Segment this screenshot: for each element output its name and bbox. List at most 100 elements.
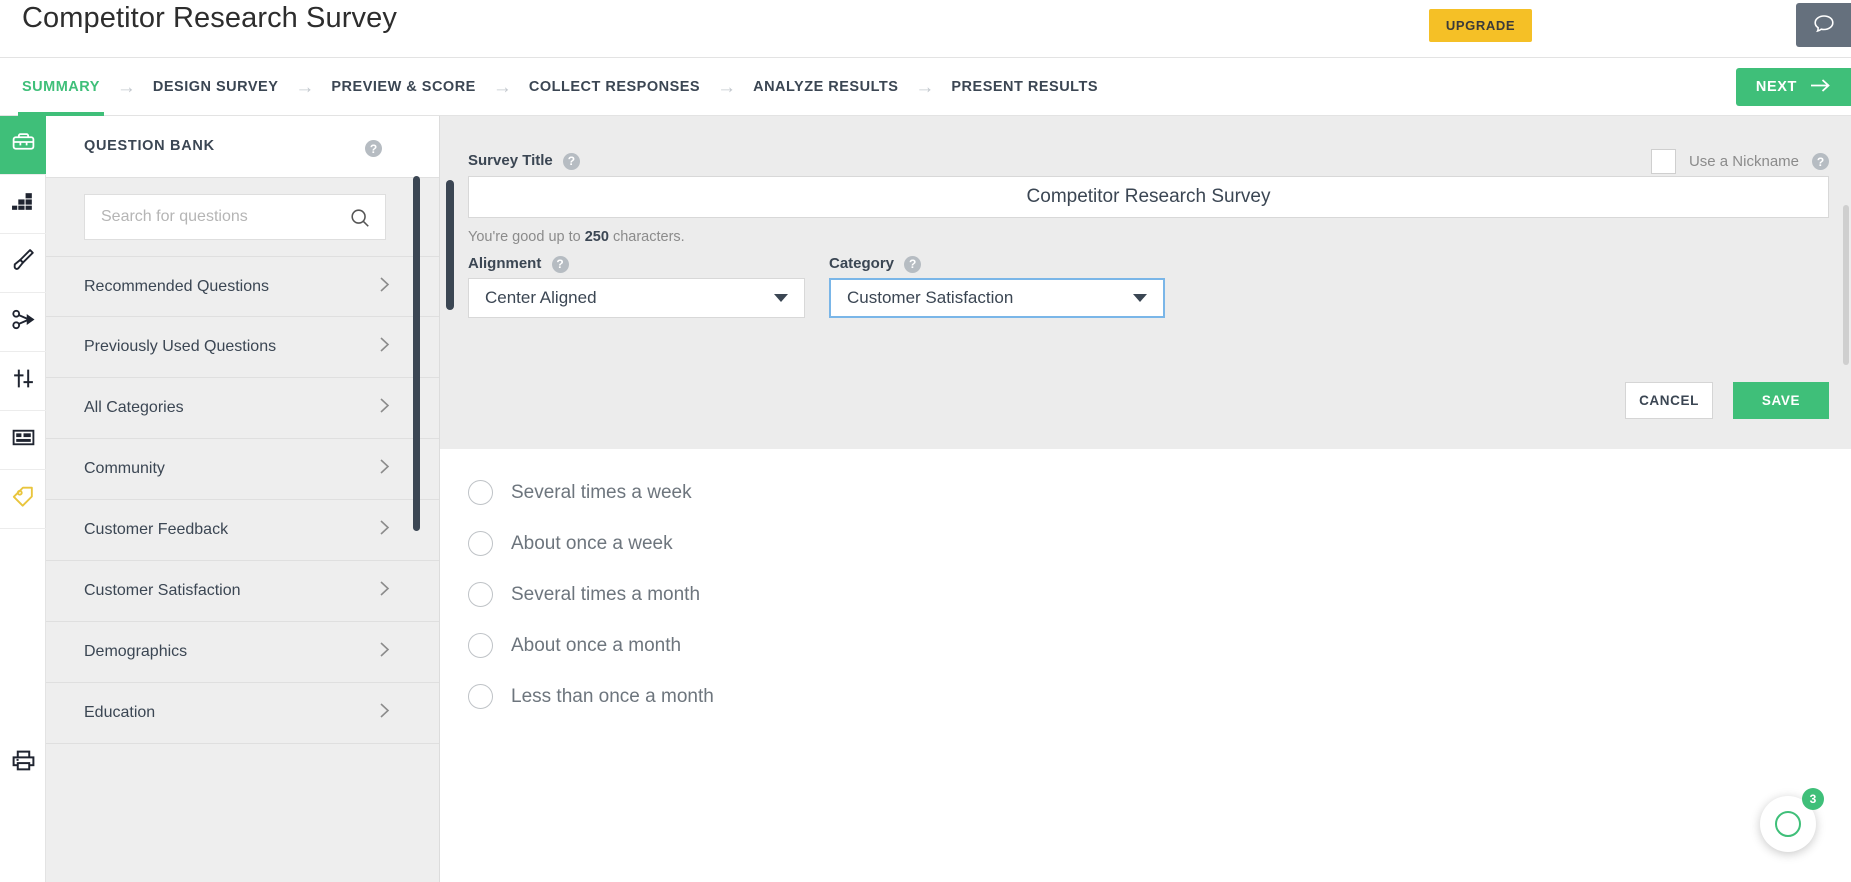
category-select[interactable]: Customer Satisfaction: [829, 278, 1165, 318]
cancel-button[interactable]: CANCEL: [1625, 382, 1713, 419]
step-arrow-icon: →: [915, 58, 934, 116]
qb-row-community[interactable]: Community: [46, 439, 439, 500]
question-preview-panel: Several times a week About once a week S…: [440, 449, 1851, 722]
answer-option-row[interactable]: About once a month: [440, 620, 1851, 671]
rail-item-tags[interactable]: [0, 470, 46, 529]
step-preview-score[interactable]: PREVIEW & SCORE: [331, 58, 475, 116]
rail-item-question-bank[interactable]: [0, 116, 46, 175]
chevron-right-icon: [378, 336, 391, 358]
qb-row-demographics[interactable]: Demographics: [46, 622, 439, 683]
chat-bubble-icon: [1812, 12, 1836, 39]
logic-chart-icon: [11, 189, 36, 219]
list-item-label: Education: [84, 704, 155, 722]
answer-option-row[interactable]: Several times a week: [440, 467, 1851, 518]
qb-row-education[interactable]: Education: [46, 683, 439, 744]
step-arrow-icon: →: [117, 58, 136, 116]
help-icon[interactable]: ?: [1812, 153, 1829, 170]
answer-option-row[interactable]: Several times a month: [440, 569, 1851, 620]
step-design-survey[interactable]: DESIGN SURVEY: [153, 58, 279, 116]
workflow-step-nav: SUMMARY → DESIGN SURVEY → PREVIEW & SCOR…: [0, 58, 1851, 116]
layout-page-icon: [11, 425, 36, 455]
answer-option-label: Several times a week: [511, 482, 692, 504]
chevron-down-icon: [774, 294, 788, 302]
step-present-results[interactable]: PRESENT RESULTS: [951, 58, 1098, 116]
answer-option-row[interactable]: About once a week: [440, 518, 1851, 569]
chevron-down-icon: [1133, 294, 1147, 302]
main-content-scrollbar[interactable]: [446, 180, 454, 310]
alignment-selected-value: Center Aligned: [485, 288, 597, 308]
step-summary[interactable]: SUMMARY: [22, 58, 100, 116]
question-bank-category-list: Recommended Questions Previously Used Qu…: [46, 256, 439, 744]
use-nickname-control[interactable]: Use a Nickname ?: [1651, 149, 1829, 174]
radio-button-icon[interactable]: [468, 684, 493, 709]
step-analyze-results[interactable]: ANALYZE RESULTS: [753, 58, 898, 116]
arrow-right-icon: [1810, 78, 1831, 97]
rail-item-layout[interactable]: [0, 411, 46, 470]
survey-title-input[interactable]: [468, 176, 1829, 218]
question-bank-header: QUESTION BANK ?: [46, 116, 439, 178]
chevron-right-icon: [378, 397, 391, 419]
top-header-bar: Competitor Research Survey UPGRADE: [0, 0, 1851, 58]
list-item-label: All Categories: [84, 399, 184, 417]
qb-row-customer-satisfaction[interactable]: Customer Satisfaction: [46, 561, 439, 622]
chat-circle-icon: [1775, 811, 1801, 837]
upgrade-button[interactable]: UPGRADE: [1429, 9, 1532, 42]
page-title: Competitor Research Survey: [22, 2, 397, 35]
chevron-right-icon: [378, 458, 391, 480]
search-box[interactable]: [84, 194, 386, 240]
next-button-label: NEXT: [1756, 79, 1797, 95]
survey-title-label: Survey Title ?: [468, 152, 580, 170]
rail-item-print[interactable]: [0, 733, 46, 792]
printer-icon: [11, 748, 36, 778]
rail-item-options[interactable]: [0, 352, 46, 411]
save-button[interactable]: SAVE: [1733, 382, 1829, 419]
question-bank-search-area: [46, 178, 439, 256]
chevron-right-icon: [378, 641, 391, 663]
help-icon[interactable]: ?: [904, 256, 921, 273]
step-arrow-icon: →: [295, 58, 314, 116]
page-scrollbar[interactable]: [1843, 205, 1849, 365]
paintbrush-theme-icon: [11, 248, 36, 278]
radio-button-icon[interactable]: [468, 582, 493, 607]
step-list: SUMMARY → DESIGN SURVEY → PREVIEW & SCOR…: [22, 58, 1098, 116]
list-item-label: Customer Satisfaction: [84, 582, 241, 600]
search-input[interactable]: [85, 195, 385, 239]
logic-branching-icon: [11, 307, 36, 337]
radio-button-icon[interactable]: [468, 480, 493, 505]
chevron-right-icon: [378, 519, 391, 541]
qb-row-previously-used-questions[interactable]: Previously Used Questions: [46, 317, 439, 378]
qb-row-all-categories[interactable]: All Categories: [46, 378, 439, 439]
rail-item-logic-branching[interactable]: [0, 293, 46, 352]
use-nickname-checkbox[interactable]: [1651, 149, 1676, 174]
chevron-right-icon: [378, 702, 391, 724]
answer-option-label: About once a week: [511, 533, 673, 555]
category-label: Category ?: [829, 255, 921, 273]
alignment-select[interactable]: Center Aligned: [468, 278, 805, 318]
category-selected-value: Customer Satisfaction: [847, 288, 1013, 308]
radio-button-icon[interactable]: [468, 633, 493, 658]
answer-option-row[interactable]: Less than once a month: [440, 671, 1851, 722]
answer-option-label: Less than once a month: [511, 686, 714, 708]
help-icon[interactable]: ?: [552, 256, 569, 273]
chat-unread-badge: 3: [1802, 788, 1824, 810]
list-item-label: Customer Feedback: [84, 521, 228, 539]
question-bank-scrollbar[interactable]: [413, 176, 420, 531]
radio-button-icon[interactable]: [468, 531, 493, 556]
answer-option-label: About once a month: [511, 635, 681, 657]
character-limit-hint: You're good up to 250 characters.: [468, 229, 685, 245]
step-collect-responses[interactable]: COLLECT RESPONSES: [529, 58, 700, 116]
qb-row-recommended-questions[interactable]: Recommended Questions: [46, 256, 439, 317]
help-icon[interactable]: ?: [563, 153, 580, 170]
alignment-label: Alignment ?: [468, 255, 569, 273]
rail-item-theme[interactable]: [0, 234, 46, 293]
next-button[interactable]: NEXT: [1736, 68, 1851, 106]
character-limit-count: 250: [585, 229, 609, 245]
feedback-button[interactable]: [1796, 3, 1851, 47]
help-icon[interactable]: ?: [365, 140, 382, 157]
qb-row-customer-feedback[interactable]: Customer Feedback: [46, 500, 439, 561]
step-arrow-icon: →: [717, 58, 736, 116]
answer-option-label: Several times a month: [511, 584, 700, 606]
search-icon[interactable]: [349, 207, 371, 234]
rail-item-logic-chart[interactable]: [0, 175, 46, 234]
list-item-label: Previously Used Questions: [84, 338, 276, 356]
